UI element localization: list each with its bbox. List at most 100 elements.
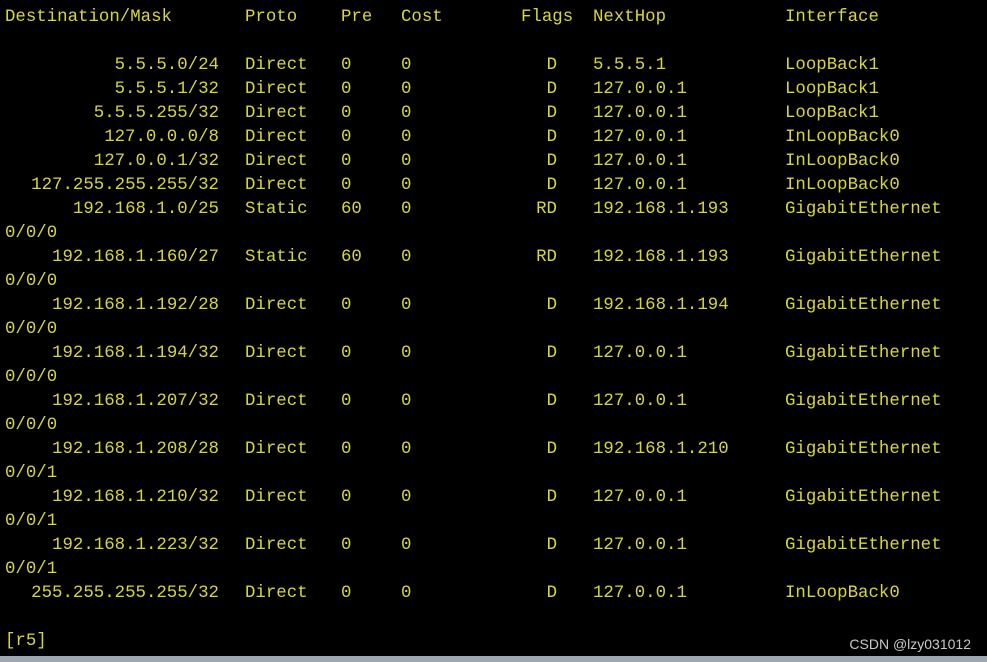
header-interface: Interface [785, 8, 879, 27]
cli-prompt[interactable]: [r5] [5, 630, 47, 654]
route-interface-continuation: 0/0/0 [5, 224, 58, 243]
route-flags: RD [536, 200, 557, 219]
window-bottom-edge [0, 656, 987, 662]
route-interface: GigabitEthernet [785, 248, 942, 267]
route-cost: 0 [401, 56, 412, 75]
route-proto: Direct [245, 80, 308, 99]
route-interface: InLoopBack0 [785, 128, 900, 147]
route-destination: 5.5.5.0/24 [114, 56, 219, 75]
route-cost: 0 [401, 440, 412, 459]
header-proto: Proto [245, 8, 298, 27]
route-nexthop: 127.0.0.1 [593, 80, 687, 99]
route-interface: LoopBack1 [785, 104, 879, 123]
route-destination: 127.0.0.1/32 [93, 152, 219, 171]
route-nexthop: 127.0.0.1 [593, 176, 687, 195]
table-row: 192.168.1.0/25 Static 60 0 RD 192.168.1.193 Gi… [0, 198, 987, 246]
table-row: 127.0.0.1/32 Direct 0 0 D 127.0.0.1 InLoopBack… [0, 150, 987, 174]
route-cost: 0 [401, 200, 412, 219]
route-proto: Direct [245, 176, 308, 195]
table-row: 5.5.5.1/32 Direct 0 0 D 127.0.0.1 LoopBack1 [0, 78, 987, 102]
route-interface: GigabitEthernet [785, 296, 942, 315]
route-nexthop: 127.0.0.1 [593, 152, 687, 171]
route-interface: GigabitEthernet [785, 536, 942, 555]
route-cost: 0 [401, 344, 412, 363]
route-destination: 192.168.1.194/32 [52, 344, 219, 363]
table-row: 192.168.1.207/32 Direct 0 0 D 127.0.0.1 Gigabi… [0, 390, 987, 438]
header-nexthop: NextHop [593, 8, 667, 27]
route-destination: 255.255.255.255/32 [31, 584, 219, 603]
route-cost: 0 [401, 296, 412, 315]
route-interface: LoopBack1 [785, 80, 879, 99]
table-row: 192.168.1.192/28 Direct 0 0 D 192.168.1.194 Gi… [0, 294, 987, 342]
route-pre: 60 [341, 248, 362, 267]
route-pre: 0 [341, 392, 352, 411]
table-row: 192.168.1.223/32 Direct 0 0 D 127.0.0.1 Gigabi… [0, 534, 987, 582]
route-interface-continuation: 0/0/0 [5, 272, 58, 291]
route-destination: 192.168.1.160/27 [52, 248, 219, 267]
route-nexthop: 192.168.1.193 [593, 248, 729, 267]
table-row: 255.255.255.255/32 Direct 0 0 D 127.0.0.1 InLo… [0, 582, 987, 606]
header-destination-mask: Destination/Mask [5, 8, 172, 27]
route-proto: Direct [245, 56, 308, 75]
route-nexthop: 127.0.0.1 [593, 536, 687, 555]
routing-table-rows: 5.5.5.0/24 Direct 0 0 D 5.5.5.1 LoopBack1 5.5.5… [0, 54, 987, 606]
route-interface-continuation: 0/0/0 [5, 368, 58, 387]
route-pre: 0 [341, 152, 352, 171]
route-interface: LoopBack1 [785, 56, 879, 75]
route-interface: GigabitEthernet [785, 200, 942, 219]
route-cost: 0 [401, 392, 412, 411]
route-flags: D [546, 104, 557, 123]
table-row: 127.255.255.255/32 Direct 0 0 D 127.0.0.1 InLo… [0, 174, 987, 198]
route-proto: Static [245, 248, 308, 267]
route-interface: GigabitEthernet [785, 344, 942, 363]
route-pre: 60 [341, 200, 362, 219]
route-proto: Direct [245, 152, 308, 171]
route-cost: 0 [401, 128, 412, 147]
route-pre: 0 [341, 536, 352, 555]
route-pre: 0 [341, 104, 352, 123]
route-cost: 0 [401, 488, 412, 507]
route-flags: D [546, 440, 557, 459]
route-flags: D [546, 56, 557, 75]
route-cost: 0 [401, 104, 412, 123]
route-proto: Direct [245, 296, 308, 315]
route-cost: 0 [401, 152, 412, 171]
route-pre: 0 [341, 176, 352, 195]
route-destination: 192.168.1.207/32 [52, 392, 219, 411]
route-pre: 0 [341, 56, 352, 75]
header-pre: Pre [341, 8, 373, 27]
route-cost: 0 [401, 80, 412, 99]
route-nexthop: 192.168.1.193 [593, 200, 729, 219]
route-destination: 5.5.5.1/32 [114, 80, 219, 99]
route-proto: Direct [245, 488, 308, 507]
route-destination: 5.5.5.255/32 [93, 104, 219, 123]
route-destination: 192.168.1.0/25 [72, 200, 219, 219]
route-flags: D [546, 176, 557, 195]
route-flags: D [546, 392, 557, 411]
route-cost: 0 [401, 584, 412, 603]
route-flags: D [546, 488, 557, 507]
table-row: 192.168.1.194/32 Direct 0 0 D 127.0.0.1 Gigabi… [0, 342, 987, 390]
route-pre: 0 [341, 440, 352, 459]
route-proto: Direct [245, 584, 308, 603]
table-row: 127.0.0.0/8 Direct 0 0 D 127.0.0.1 InLoopBack0 [0, 126, 987, 150]
terminal-window[interactable]: Destination/Mask Proto Pre Cost Flags Ne… [0, 0, 987, 656]
route-destination: 192.168.1.223/32 [52, 536, 219, 555]
route-destination: 127.255.255.255/32 [31, 176, 219, 195]
route-proto: Direct [245, 440, 308, 459]
route-flags: D [546, 296, 557, 315]
header-cost: Cost [401, 8, 443, 27]
route-interface-continuation: 0/0/1 [5, 512, 58, 531]
route-interface: InLoopBack0 [785, 176, 900, 195]
route-pre: 0 [341, 80, 352, 99]
route-nexthop: 127.0.0.1 [593, 128, 687, 147]
route-pre: 0 [341, 488, 352, 507]
route-interface-continuation: 0/0/1 [5, 464, 58, 483]
route-nexthop: 192.168.1.194 [593, 296, 729, 315]
route-cost: 0 [401, 536, 412, 555]
route-interface: GigabitEthernet [785, 392, 942, 411]
route-interface: InLoopBack0 [785, 584, 900, 603]
route-flags: RD [536, 248, 557, 267]
table-row: 5.5.5.0/24 Direct 0 0 D 5.5.5.1 LoopBack1 [0, 54, 987, 78]
route-cost: 0 [401, 176, 412, 195]
